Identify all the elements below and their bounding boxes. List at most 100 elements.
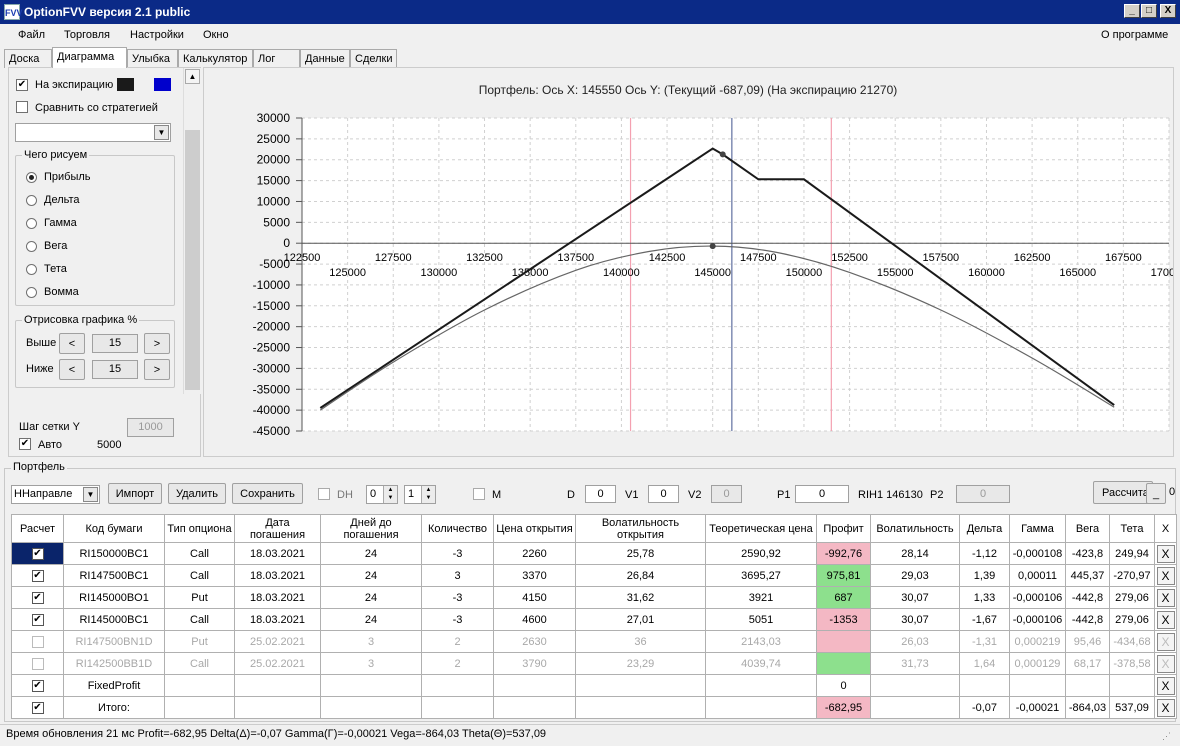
strategy-select[interactable]: ▼ — [15, 123, 171, 142]
menu-about[interactable]: О программе — [1101, 29, 1168, 41]
expiry-color-swatch[interactable] — [117, 78, 134, 91]
table-row[interactable]: RI142500BB1D Call 25.02.2021 3 2 3790 23,29 403… — [11, 652, 1177, 675]
tab-diagram[interactable]: Диаграмма — [52, 47, 127, 68]
row-calc-cell: ✔ — [11, 608, 64, 631]
minimize-button[interactable]: _ — [1124, 4, 1140, 18]
row-calc-checkbox[interactable]: ✔ — [31, 613, 44, 626]
menu-trading[interactable]: Торговля — [64, 29, 110, 41]
col-theo-price[interactable]: Теоретическая цена — [705, 514, 817, 543]
rih-price: RIH1 146130 — [858, 489, 923, 501]
chevron-down-icon[interactable]: ▼ — [154, 125, 169, 140]
radio-profit[interactable] — [26, 172, 37, 183]
tab-calculator[interactable]: Калькулятор — [178, 49, 253, 68]
dh-checkbox[interactable] — [318, 488, 330, 500]
table-row[interactable]: ✔ Итого: -682,95 -0,07 -0,00021 -864,03 537,09… — [11, 696, 1177, 719]
row-calc-checkbox[interactable]: ✔ — [31, 591, 44, 604]
tab-data[interactable]: Данные — [300, 49, 350, 68]
tab-board[interactable]: Доска — [4, 49, 52, 68]
resize-grip-icon[interactable]: ⋰ — [1162, 731, 1174, 743]
table-row[interactable]: RI147500BN1D Put 25.02.2021 3 2 2630 36 2143,03… — [11, 630, 1177, 653]
below-decrease-button[interactable]: < — [59, 359, 85, 380]
row-calc-checkbox[interactable]: ✔ — [31, 569, 44, 582]
compare-checkbox[interactable] — [16, 101, 28, 113]
p2-input[interactable]: 0 — [956, 485, 1010, 503]
scroll-up-icon[interactable]: ▲ — [185, 69, 200, 84]
tab-log[interactable]: Лог — [253, 49, 300, 68]
col-calc[interactable]: Расчет — [11, 514, 64, 543]
row-delete-button[interactable]: X — [1156, 566, 1175, 585]
row-calc-checkbox[interactable]: ✔ — [31, 701, 44, 714]
col-delta[interactable]: Дельта — [959, 514, 1010, 543]
d-input[interactable]: 0 — [585, 485, 616, 503]
table-row[interactable]: ✔ RI145000BO1 Put 18.03.2021 24 -3 4150 31,62 39… — [11, 586, 1177, 609]
row-delete-button[interactable]: X — [1156, 654, 1175, 673]
radio-vega[interactable] — [26, 241, 37, 252]
table-row[interactable]: ✔ FixedProfit 0 X — [11, 674, 1177, 697]
auto-checkbox[interactable]: ✔ — [19, 438, 31, 450]
radio-delta[interactable] — [26, 195, 37, 206]
close-button[interactable]: X — [1160, 4, 1176, 18]
above-increase-button[interactable]: > — [144, 333, 170, 354]
tab-smile[interactable]: Улыбка — [127, 49, 178, 68]
m-checkbox[interactable] — [473, 488, 485, 500]
cell-open-vol: 31,62 — [575, 586, 706, 609]
tab-deals[interactable]: Сделки — [350, 49, 397, 68]
spin-arrows-icon[interactable]: ▲ ▼ — [383, 486, 397, 503]
col-delete[interactable]: X — [1154, 514, 1177, 543]
spin-arrows-icon[interactable]: ▲ ▼ — [421, 486, 435, 503]
col-type[interactable]: Тип опциона — [164, 514, 235, 543]
col-theta[interactable]: Тета — [1109, 514, 1155, 543]
panel-scrollbar[interactable]: ▲ — [183, 68, 201, 394]
row-calc-checkbox[interactable] — [31, 635, 44, 648]
dh-spin-1[interactable]: 0 ▲ ▼ — [366, 485, 398, 504]
title-bar[interactable]: FVV OptionFVV версия 2.1 public _ □ X — [0, 0, 1180, 24]
row-delete-button[interactable]: X — [1156, 588, 1175, 607]
col-gamma[interactable]: Гамма — [1009, 514, 1066, 543]
direction-select[interactable]: ННаправле ▼ — [11, 485, 100, 504]
v2-input[interactable]: 0 — [711, 485, 742, 503]
col-vol[interactable]: Волатильность — [870, 514, 960, 543]
table-row[interactable]: ✔ RI147500BC1 Call 18.03.2021 24 3 3370 26,84 36… — [11, 564, 1177, 587]
menu-file[interactable]: Файл — [18, 29, 45, 41]
col-days[interactable]: Дней до погашения — [320, 514, 422, 543]
delete-button[interactable]: Удалить — [168, 483, 226, 504]
above-decrease-button[interactable]: < — [59, 333, 85, 354]
p1-input[interactable]: 0 — [795, 485, 849, 503]
table-row[interactable]: ✔ RI150000BC1 Call 18.03.2021 24 -3 2260 25,78 2… — [11, 542, 1177, 565]
mini-button[interactable]: _ — [1146, 483, 1166, 504]
row-calc-checkbox[interactable]: ✔ — [31, 679, 44, 692]
row-delete-button[interactable]: X — [1156, 632, 1175, 651]
calculate-button[interactable]: Рассчита — [1093, 481, 1153, 504]
table-row[interactable]: ✔ RI145000BC1 Call 18.03.2021 24 -3 4600 27,01 5… — [11, 608, 1177, 631]
save-button[interactable]: Сохранить — [232, 483, 303, 504]
chart-area[interactable]: Портфель: Ось X: 145550 Ось Y: (Текущий … — [203, 67, 1180, 457]
scroll-thumb[interactable] — [185, 130, 200, 390]
col-open-price[interactable]: Цена открытия — [493, 514, 576, 543]
row-delete-button[interactable]: X — [1156, 698, 1175, 717]
col-code[interactable]: Код бумаги — [63, 514, 165, 543]
maximize-button[interactable]: □ — [1141, 4, 1157, 18]
expiry-checkbox[interactable]: ✔ — [16, 79, 28, 91]
col-profit[interactable]: Профит — [816, 514, 871, 543]
row-delete-button[interactable]: X — [1156, 544, 1175, 563]
radio-theta[interactable] — [26, 264, 37, 275]
radio-gamma[interactable] — [26, 218, 37, 229]
row-delete-button[interactable]: X — [1156, 610, 1175, 629]
grid-step-input[interactable]: 1000 — [127, 418, 174, 437]
col-qty[interactable]: Количество — [421, 514, 494, 543]
chevron-down-icon[interactable]: ▼ — [83, 487, 98, 502]
menu-window[interactable]: Окно — [203, 29, 229, 41]
radio-vomma[interactable] — [26, 287, 37, 298]
col-expiry[interactable]: Дата погашения — [234, 514, 321, 543]
row-calc-checkbox[interactable] — [31, 657, 44, 670]
menu-settings[interactable]: Настройки — [130, 29, 184, 41]
import-button[interactable]: Импорт — [108, 483, 162, 504]
current-color-swatch[interactable] — [154, 78, 171, 91]
col-vega[interactable]: Вега — [1065, 514, 1110, 543]
row-calc-checkbox[interactable]: ✔ — [31, 547, 44, 560]
col-open-vol[interactable]: Волатильность открытия — [575, 514, 706, 543]
dh-spin-2[interactable]: 1 ▲ ▼ — [404, 485, 436, 504]
v1-input[interactable]: 0 — [648, 485, 679, 503]
row-delete-button[interactable]: X — [1156, 676, 1175, 695]
below-increase-button[interactable]: > — [144, 359, 170, 380]
